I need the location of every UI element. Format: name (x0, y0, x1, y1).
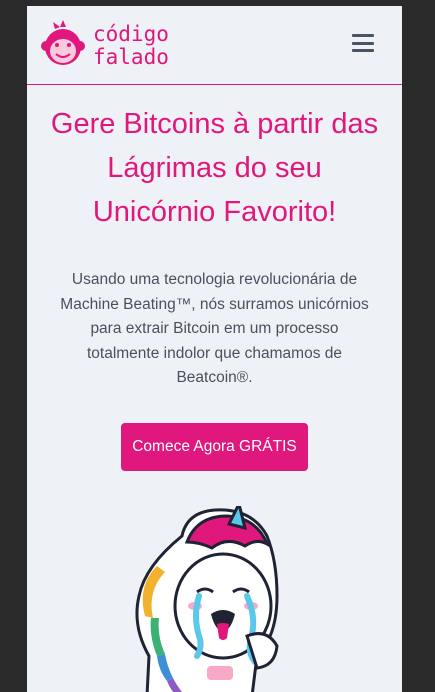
brand-name[interactable]: código falado (93, 23, 169, 69)
brand-line-1: código (93, 22, 169, 46)
brand-line-2: falado (93, 45, 169, 69)
hamburger-menu-icon[interactable] (352, 34, 374, 52)
start-free-button[interactable]: Comece Agora GRÁTIS (121, 423, 308, 471)
page: código falado Gere Bitcoins à partir das… (27, 6, 402, 692)
site-header: código falado (27, 6, 402, 85)
hero-description: Usando uma tecnologia revolucionária de … (60, 271, 369, 386)
hero-headline: Gere Bitcoins à partir das Lágrimas do s… (50, 108, 379, 228)
monkey-logo-icon[interactable] (41, 20, 85, 70)
crying-unicorn-illustration (135, 506, 279, 692)
